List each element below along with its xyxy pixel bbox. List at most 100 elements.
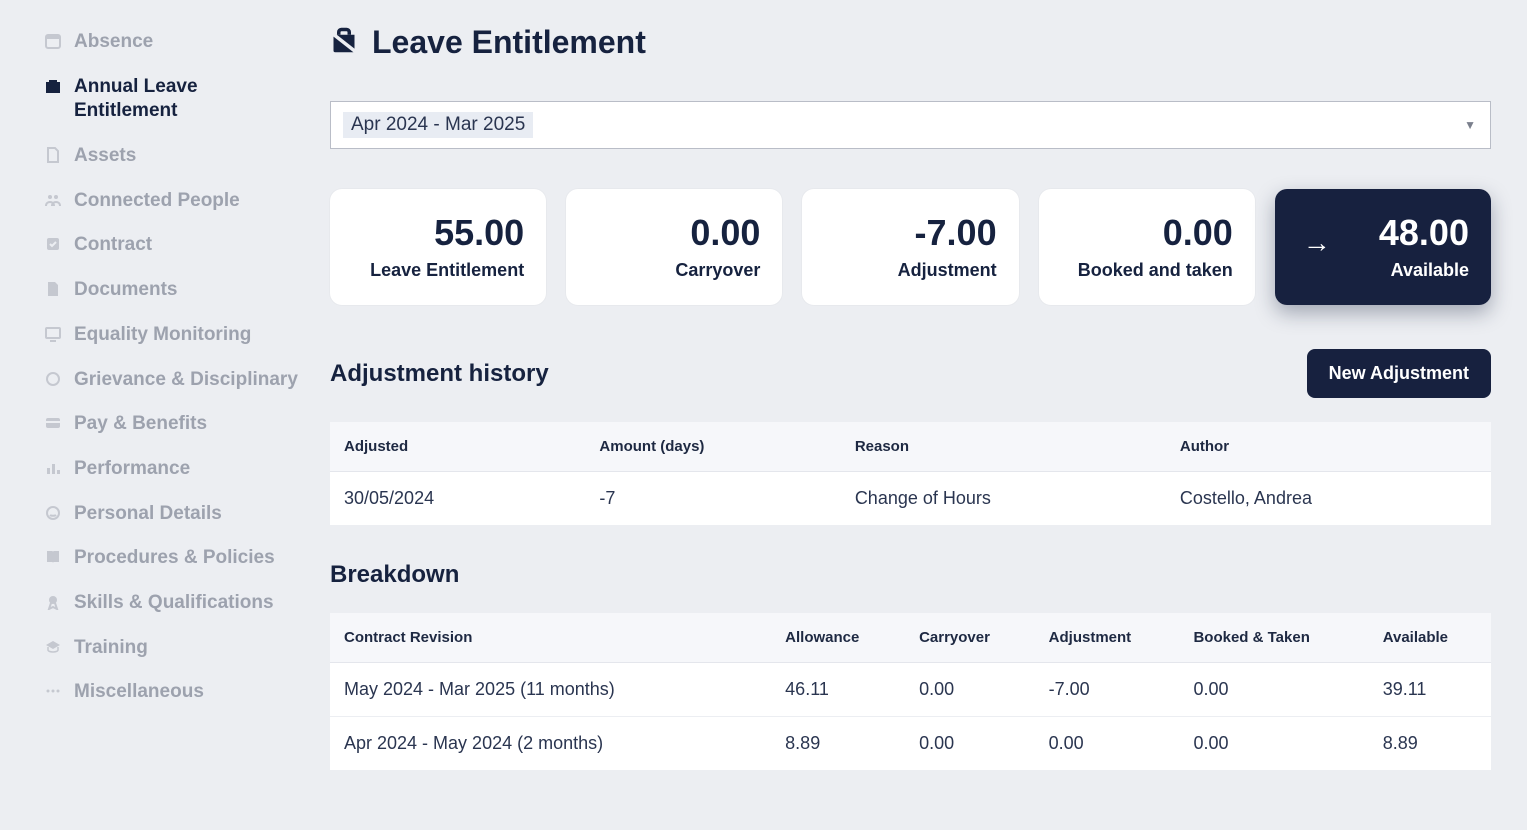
sidebar-item-label: Annual Leave Entitlement [74,75,300,124]
cell-carryover: 0.00 [905,663,1035,717]
sidebar-item-grievance-disciplinary[interactable]: Grievance & Disciplinary [44,368,300,393]
card-label: Available [1297,259,1469,282]
card-label: Booked and taken [1061,259,1233,282]
sidebar-item-skills-qualifications[interactable]: Skills & Qualifications [44,591,300,616]
table-row[interactable]: Apr 2024 - May 2024 (2 months) 8.89 0.00… [330,717,1491,771]
col-carryover: Carryover [905,613,1035,663]
document-icon [44,281,62,297]
grad-cap-icon [44,639,62,655]
smile-icon [44,505,62,521]
book-icon [44,549,62,565]
card-label: Leave Entitlement [352,259,524,282]
chevron-down-icon: ▼ [1464,118,1476,132]
sidebar-item-equality-monitoring[interactable]: Equality Monitoring [44,323,300,348]
cell-author: Costello, Andrea [1166,472,1491,526]
sidebar-item-training[interactable]: Training [44,636,300,661]
people-icon [44,192,62,208]
card-label: Carryover [588,259,760,282]
adjustment-history-title: Adjustment history [330,360,549,388]
period-selected-value: Apr 2024 - Mar 2025 [343,112,533,138]
sidebar-item-label: Equality Monitoring [74,323,251,348]
face-icon [44,371,62,387]
sidebar-item-label: Absence [74,30,153,55]
cell-available: 8.89 [1369,717,1491,771]
card-value: 0.00 [1061,213,1233,253]
sidebar-item-label: Personal Details [74,502,222,527]
col-adjustment: Adjustment [1035,613,1180,663]
col-author: Author [1166,422,1491,472]
card-value: 55.00 [352,213,524,253]
bar-chart-icon [44,460,62,476]
monitor-icon [44,326,62,342]
card-carryover: 0.00 Carryover [566,189,782,305]
col-allowance: Allowance [771,613,905,663]
briefcase-icon [44,78,62,94]
cell-amount: -7 [585,472,840,526]
card-leave-entitlement: 55.00 Leave Entitlement [330,189,546,305]
sidebar-item-label: Training [74,636,148,661]
sidebar-item-connected-people[interactable]: Connected People [44,189,300,214]
sidebar-item-procedures-policies[interactable]: Procedures & Policies [44,546,300,571]
sidebar-item-label: Grievance & Disciplinary [74,368,298,393]
sidebar-item-label: Connected People [74,189,240,214]
medal-icon [44,594,62,610]
table-row[interactable]: 30/05/2024 -7 Change of Hours Costello, … [330,472,1491,526]
sidebar-item-performance[interactable]: Performance [44,457,300,482]
sidebar-item-contract[interactable]: Contract [44,233,300,258]
sidebar-item-label: Performance [74,457,190,482]
cell-adjusted: 30/05/2024 [330,472,585,526]
sidebar-item-documents[interactable]: Documents [44,278,300,303]
card-value: 0.00 [588,213,760,253]
cell-allowance: 46.11 [771,663,905,717]
sidebar-item-label: Documents [74,278,177,303]
sidebar-item-pay-benefits[interactable]: Pay & Benefits [44,412,300,437]
sidebar: Absence Annual Leave Entitlement Assets … [0,0,330,830]
cell-reason: Change of Hours [841,472,1166,526]
card-adjustment: -7.00 Adjustment [802,189,1018,305]
page-title: Leave Entitlement [372,24,646,61]
cell-revision: Apr 2024 - May 2024 (2 months) [330,717,771,771]
breakdown-title: Breakdown [330,561,1491,589]
col-booked-taken: Booked & Taken [1179,613,1368,663]
sidebar-item-label: Skills & Qualifications [74,591,274,616]
briefcase-icon [330,26,358,59]
dots-icon [44,683,62,699]
table-row[interactable]: May 2024 - Mar 2025 (11 months) 46.11 0.… [330,663,1491,717]
card-value: -7.00 [824,213,996,253]
cell-adjustment: 0.00 [1035,717,1180,771]
sidebar-item-assets[interactable]: Assets [44,144,300,169]
sidebar-item-annual-leave-entitlement[interactable]: Annual Leave Entitlement [44,75,300,124]
card-icon [44,415,62,431]
new-adjustment-button[interactable]: New Adjustment [1307,349,1491,398]
adjustment-history-table: Adjusted Amount (days) Reason Author 30/… [330,422,1491,525]
cell-adjustment: -7.00 [1035,663,1180,717]
cell-booked: 0.00 [1179,663,1368,717]
sidebar-item-label: Miscellaneous [74,680,204,705]
sidebar-item-personal-details[interactable]: Personal Details [44,502,300,527]
card-booked-taken: 0.00 Booked and taken [1039,189,1255,305]
col-adjusted: Adjusted [330,422,585,472]
arrow-right-icon: → [1303,227,1331,259]
calendar-icon [44,33,62,49]
sidebar-item-label: Pay & Benefits [74,412,207,437]
sidebar-item-label: Contract [74,233,152,258]
sidebar-item-miscellaneous[interactable]: Miscellaneous [44,680,300,705]
summary-cards: 55.00 Leave Entitlement 0.00 Carryover -… [330,189,1491,305]
col-contract-revision: Contract Revision [330,613,771,663]
period-select[interactable]: Apr 2024 - Mar 2025 ▼ [330,101,1491,149]
cell-revision: May 2024 - Mar 2025 (11 months) [330,663,771,717]
sidebar-item-absence[interactable]: Absence [44,30,300,55]
card-available: → 48.00 Available [1275,189,1491,305]
card-label: Adjustment [824,259,996,282]
main-content: Leave Entitlement Apr 2024 - Mar 2025 ▼ … [330,0,1527,830]
cell-booked: 0.00 [1179,717,1368,771]
cell-carryover: 0.00 [905,717,1035,771]
file-icon [44,147,62,163]
check-square-icon [44,236,62,252]
breakdown-table: Contract Revision Allowance Carryover Ad… [330,613,1491,770]
sidebar-item-label: Assets [74,144,136,169]
sidebar-item-label: Procedures & Policies [74,546,275,571]
col-amount: Amount (days) [585,422,840,472]
col-available: Available [1369,613,1491,663]
cell-allowance: 8.89 [771,717,905,771]
